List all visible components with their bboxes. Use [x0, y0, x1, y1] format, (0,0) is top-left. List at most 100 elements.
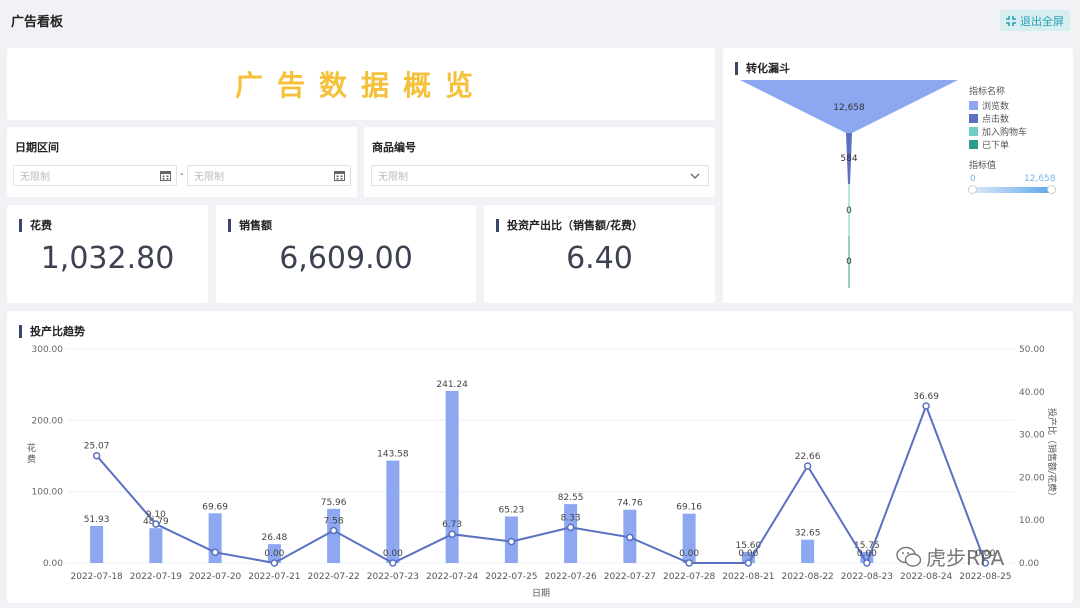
bar-value-label: 69.16	[676, 503, 702, 513]
legend-swatch	[969, 101, 978, 110]
bar-value-label: 51.93	[84, 515, 110, 525]
y2-tick-label: 0.00	[1019, 559, 1039, 569]
y-tick-label: 100.00	[32, 488, 64, 498]
date-filter-card: 日期区间	[7, 127, 357, 197]
kpi-sales-value: 6,609.00	[279, 241, 413, 276]
funnel-legend-title: 指标名称	[969, 87, 1006, 97]
roi-value-label: 7.58	[324, 517, 344, 527]
range-handle-min[interactable]	[968, 185, 977, 194]
funnel-label-cart: 0	[846, 206, 852, 216]
bar-value-label: 32.65	[795, 529, 821, 539]
y-tick-label: 200.00	[32, 416, 64, 426]
roi-point	[922, 402, 930, 410]
legend-swatch	[969, 114, 978, 123]
funnel-label-ordered: 0	[846, 257, 852, 267]
legend-item-views[interactable]: 浏览数	[969, 99, 1009, 112]
roi-point	[211, 548, 219, 557]
roi-value-label: 0.00	[857, 549, 877, 559]
roi-value-label: 9.10	[146, 510, 166, 520]
roi-point	[270, 559, 279, 567]
roi-value-label: 22.66	[795, 452, 821, 462]
roi-point	[566, 523, 575, 532]
kpi-spend-value: 1,032.80	[40, 241, 175, 276]
calendar-icon	[160, 171, 171, 181]
exit-fullscreen-button[interactable]: 退出全屏	[1000, 10, 1070, 31]
legend-label: 加入购物车	[982, 128, 1028, 138]
range-max-label: 12,658	[1024, 174, 1056, 184]
x-tick-label: 2022-07-21	[248, 572, 300, 582]
x-tick-label: 2022-07-26	[544, 572, 597, 582]
exit-fullscreen-icon	[1006, 15, 1016, 26]
bar-value-label: 241.24	[436, 380, 468, 390]
banner-title: 广告数据概览	[234, 69, 487, 102]
roi-value-label: 8.33	[561, 513, 581, 523]
date-end-placeholder: 无限制	[194, 172, 224, 183]
x-tick-label: 2022-07-18	[70, 572, 123, 582]
roi-point	[803, 462, 812, 470]
range-slider[interactable]	[968, 185, 1056, 194]
bar	[801, 539, 815, 563]
roi-value-label: 0.00	[264, 549, 284, 559]
kpi-roi-value: 6.40	[566, 241, 633, 276]
roi-point	[744, 559, 753, 567]
kpi-spend-label: 花费	[30, 219, 52, 232]
product-select[interactable]: 无限制	[371, 165, 709, 186]
legend-item-cart[interactable]: 加入购物车	[969, 125, 1027, 138]
bar-value-label: 143.58	[377, 450, 409, 460]
bar-value-label: 69.69	[202, 502, 228, 512]
legend-label: 已下单	[982, 141, 1010, 151]
date-end-input[interactable]: 无限制	[187, 165, 351, 186]
bar	[90, 525, 104, 563]
range-handle-max[interactable]	[1047, 185, 1056, 194]
y2-axis-title: 投产比（销售额/花费）	[1046, 408, 1058, 501]
roi-value-label: 36.69	[913, 392, 939, 402]
roi-point	[329, 526, 338, 535]
bar	[149, 528, 163, 563]
funnel-title: 转化漏斗	[746, 62, 790, 75]
x-tick-label: 2022-07-23	[367, 572, 419, 582]
roi-point	[389, 559, 397, 567]
x-tick-label: 2022-07-22	[307, 572, 359, 582]
range-title: 指标值	[969, 161, 997, 171]
bar-value-label: 75.96	[321, 498, 347, 508]
wechat-icon	[896, 546, 922, 567]
x-tick-label: 2022-07-19	[130, 572, 183, 582]
y-axis-title: 花费	[27, 442, 36, 465]
roi-value-label: 0.00	[738, 549, 758, 559]
kpi-card-sales: 销售额 6,609.00	[216, 205, 476, 303]
x-tick-label: 2022-08-23	[841, 572, 893, 582]
legend-item-clicks[interactable]: 点击数	[969, 112, 1009, 125]
kpi-sales-label: 销售额	[239, 219, 272, 232]
chevron-down-icon	[690, 173, 700, 179]
date-filter-label: 日期区间	[15, 141, 59, 154]
roi-value-label: 0.00	[383, 549, 403, 559]
x-tick-label: 2022-07-24	[426, 572, 479, 582]
roi-point	[507, 537, 516, 546]
x-axis-title: 日期	[532, 588, 550, 599]
exit-fullscreen-label: 退出全屏	[1020, 14, 1064, 28]
funnel-label-views: 12,658	[833, 103, 865, 113]
y2-tick-label: 50.00	[1019, 345, 1045, 355]
title-accent	[496, 218, 499, 232]
kpi-roi-label: 投资产出比（销售额/花费）	[507, 219, 644, 232]
x-tick-label: 2022-08-22	[781, 572, 833, 582]
date-separator: -	[180, 169, 184, 180]
legend-item-ordered[interactable]: 已下单	[969, 138, 1009, 151]
calendar-icon	[334, 171, 345, 181]
roi-value-label: 6.73	[442, 520, 462, 530]
x-tick-label: 2022-08-24	[900, 572, 953, 582]
legend-label: 点击数	[982, 115, 1010, 125]
y2-tick-label: 10.00	[1019, 516, 1045, 526]
legend-swatch	[969, 140, 978, 149]
range-min-label: 0	[970, 174, 976, 184]
y-tick-label: 0.00	[43, 559, 63, 569]
y2-tick-label: 40.00	[1019, 388, 1045, 398]
roi-point	[685, 559, 693, 567]
bar	[386, 460, 400, 563]
title-accent	[735, 61, 738, 75]
date-start-input[interactable]: 无限制	[13, 165, 177, 186]
x-tick-label: 2022-07-28	[663, 572, 716, 582]
legend-label: 浏览数	[982, 102, 1010, 112]
x-tick-label: 2022-07-27	[604, 572, 656, 582]
roi-point	[863, 559, 871, 567]
